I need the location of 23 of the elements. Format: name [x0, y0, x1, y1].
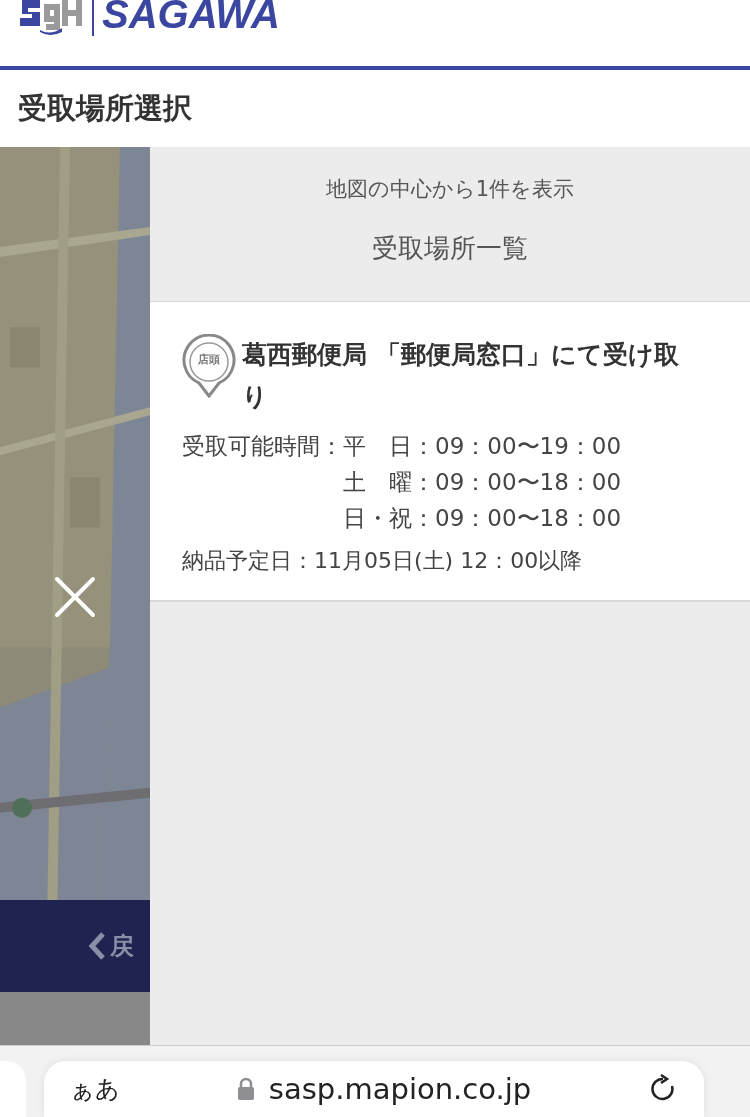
hours-time: ：09：00〜18：00 [412, 468, 623, 497]
hours-label: 受取可能時間： [182, 432, 343, 461]
brand-logo: SAGAWA [102, 0, 280, 34]
hours-time: ：09：00〜19：00 [412, 432, 623, 461]
delivery-date: 納品予定日：11月05日(土) 12：00以降 [182, 547, 584, 575]
days-label: 平 日 [343, 432, 412, 461]
url-text: sasp.mapion.co.jp [268, 1072, 532, 1106]
back-button[interactable]: 戻 [88, 930, 134, 962]
page-title: 受取場所選択 [18, 89, 192, 127]
close-icon[interactable] [54, 576, 96, 618]
storefront-pin-icon: 店頭 [182, 334, 236, 398]
days-label: 土 曜 [343, 468, 412, 497]
location-name: 葛西郵便局 「郵便局窓口」にて受け取り [242, 339, 680, 413]
lock-icon [236, 1077, 255, 1101]
address-bar[interactable]: ぁあ sasp.mapion.co.jp [44, 1061, 704, 1117]
location-card[interactable]: 店頭 葛西郵便局 「郵便局窓口」にて受け取り 受取可能時間：平 日：09：00〜19：00 土 曜：09：00〜18：00 日・祝：09：00〜18：00 納品予定日：11月05日(土) 12：00以降 [150, 302, 750, 602]
logo-icon [20, 0, 84, 36]
days-label: 日・祝 [343, 504, 412, 533]
hours-time: ：09：00〜18：00 [412, 504, 623, 533]
result-count-text: 地図の中心から1件を表示 [325, 176, 575, 203]
text-size-button[interactable]: ぁあ [70, 1073, 120, 1105]
chevron-left-icon [88, 931, 106, 961]
list-heading: 受取場所一覧 [372, 232, 528, 265]
